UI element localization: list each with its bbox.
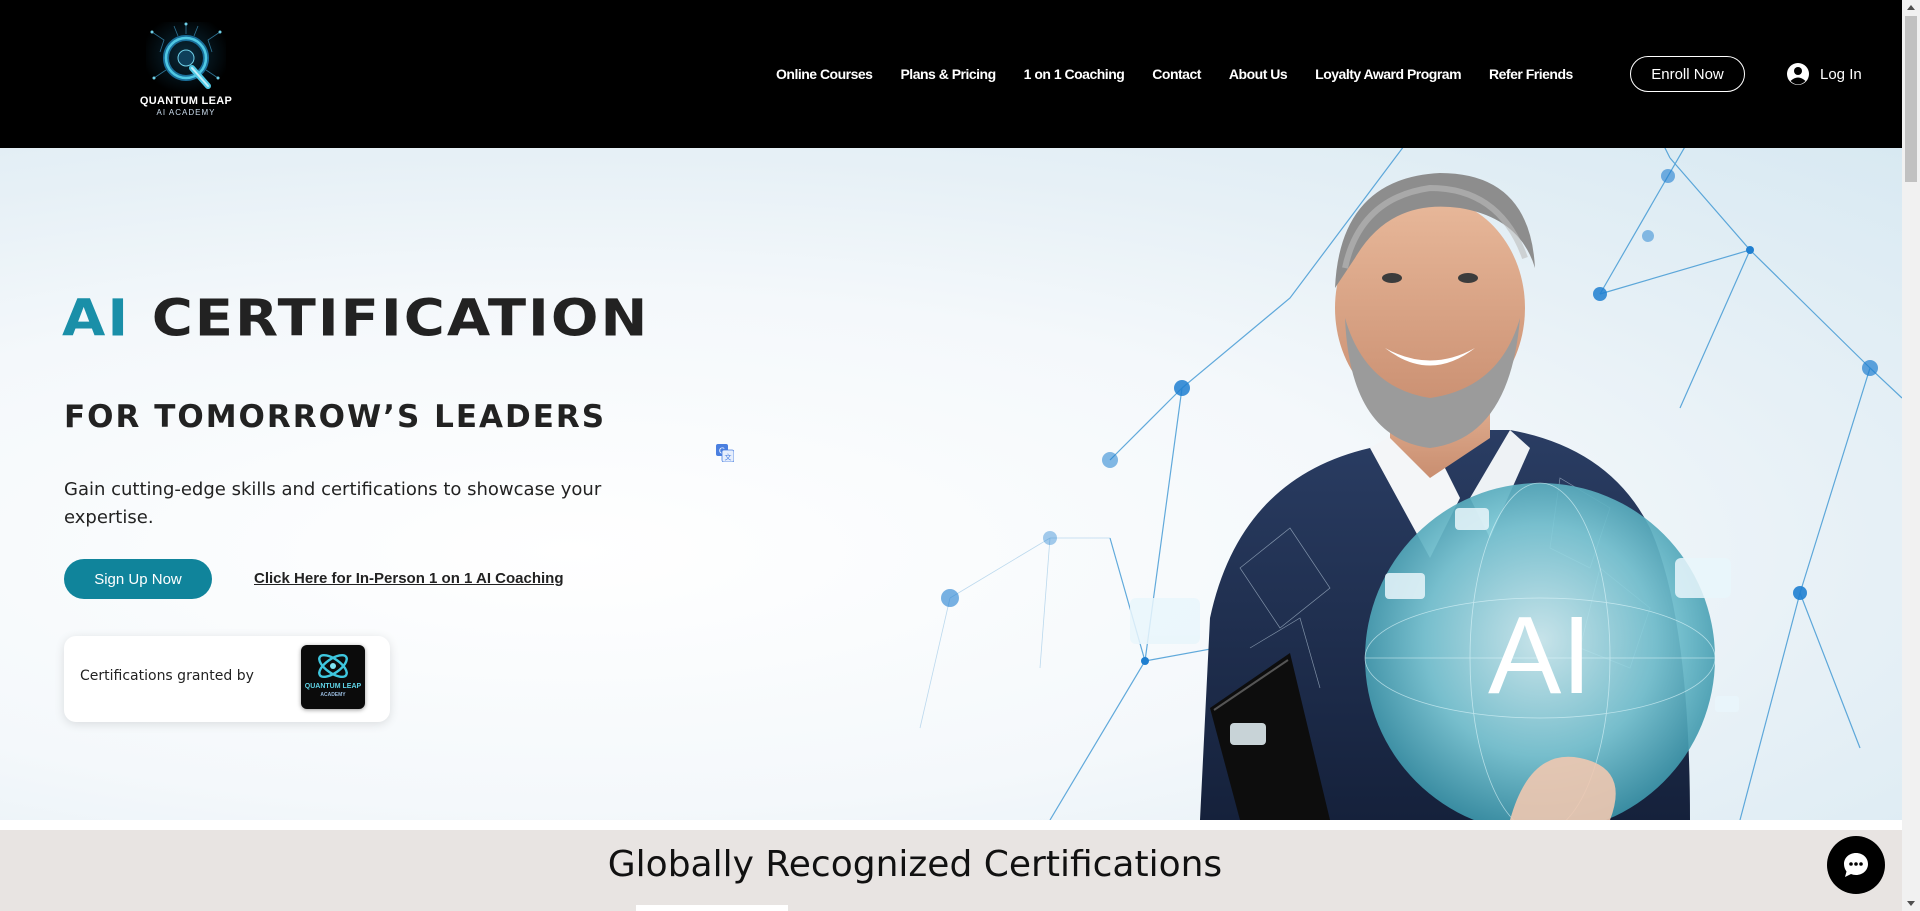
- page-scrollbar[interactable]: [1902, 0, 1920, 911]
- hero-section: AI AI CERTIFICATION FOR TOMORROW’S LEADE…: [0, 148, 1902, 820]
- badge-title: QUANTUM LEAP: [304, 683, 362, 690]
- chat-bubble-icon: [1844, 853, 1868, 877]
- hero-description: Gain cutting-edge skills and certificati…: [64, 479, 602, 528]
- scrollbar-thumb[interactable]: [1905, 16, 1917, 182]
- nav-loyalty-award[interactable]: Loyalty Award Program: [1315, 62, 1461, 86]
- user-circle-icon: [1787, 63, 1809, 85]
- nav-contact[interactable]: Contact: [1152, 62, 1201, 86]
- nav-refer-friends[interactable]: Refer Friends: [1489, 62, 1573, 86]
- enroll-now-button[interactable]: Enroll Now: [1630, 56, 1745, 92]
- site-logo[interactable]: QUANTUM LEAP AI ACADEMY: [136, 22, 236, 120]
- login-button[interactable]: Log In: [1786, 60, 1862, 88]
- certification-card-label: Certifications granted by: [80, 668, 254, 684]
- badge-text: QUANTUM LEAP ACADEMY: [301, 683, 365, 699]
- translate-icon[interactable]: G 文: [716, 444, 734, 462]
- site-header: QUANTUM LEAP AI ACADEMY Online Courses P…: [0, 0, 1902, 148]
- section-tab-indicator: [636, 905, 788, 911]
- in-person-coaching-link[interactable]: Click Here for In-Person 1 on 1 AI Coach…: [254, 570, 564, 587]
- hero-subtitle: FOR TOMORROW’S LEADERS: [64, 399, 607, 435]
- atom-logo-icon: [318, 653, 348, 679]
- nav-about-us[interactable]: About Us: [1229, 62, 1288, 86]
- section-divider: [0, 820, 1902, 830]
- certifications-section: Globally Recognized Certifications: [0, 830, 1902, 911]
- quantum-leap-logo-icon: [146, 22, 226, 94]
- chat-button[interactable]: [1827, 836, 1885, 894]
- main-nav: Online Courses Plans & Pricing 1 on 1 Co…: [776, 62, 1573, 86]
- hero-person-image: AI: [1130, 173, 1739, 820]
- hero-title: AI CERTIFICATION: [62, 288, 649, 351]
- globe-ai-text: AI: [1488, 594, 1592, 717]
- login-label: Log In: [1820, 65, 1862, 83]
- nav-online-courses[interactable]: Online Courses: [776, 62, 873, 86]
- logo-subtitle-text: AI ACADEMY: [156, 108, 216, 117]
- scroll-up-arrow-icon[interactable]: [1902, 0, 1920, 16]
- certification-card: Certifications granted by QUANTUM LEAP A…: [64, 636, 390, 722]
- quantum-leap-badge: QUANTUM LEAP ACADEMY: [301, 645, 365, 709]
- badge-subtitle: ACADEMY: [320, 692, 346, 698]
- logo-brand-text: QUANTUM LEAP: [139, 95, 233, 107]
- nav-coaching[interactable]: 1 on 1 Coaching: [1024, 62, 1125, 86]
- svg-text:文: 文: [725, 453, 732, 462]
- sign-up-now-button[interactable]: Sign Up Now: [64, 559, 212, 599]
- scroll-down-arrow-icon[interactable]: [1902, 895, 1920, 911]
- hero-title-accent: AI: [62, 289, 131, 349]
- hero-title-rest: CERTIFICATION: [151, 289, 650, 349]
- section-title: Globally Recognized Certifications: [607, 844, 1223, 885]
- nav-plans-pricing[interactable]: Plans & Pricing: [900, 62, 996, 86]
